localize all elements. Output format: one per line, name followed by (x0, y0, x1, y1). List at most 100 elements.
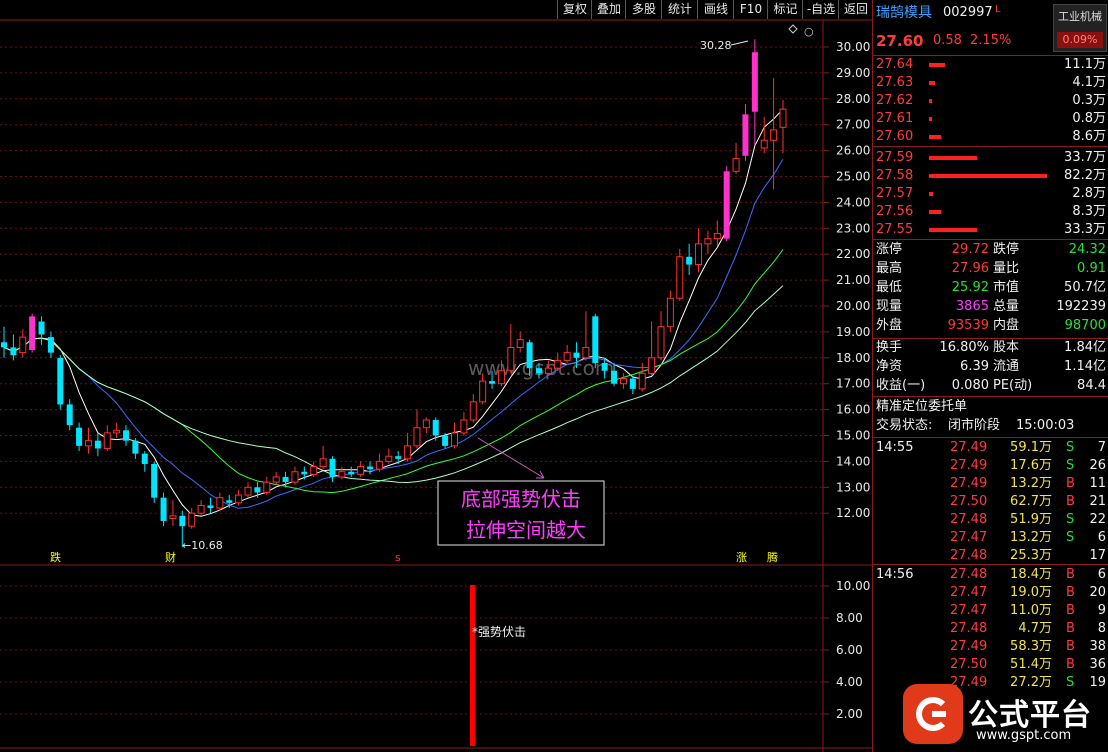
tick-side: B (1066, 494, 1075, 509)
order-book-row[interactable]: 27.64 11.1万 (873, 56, 1108, 74)
candle-body (301, 471, 308, 475)
tick-side: S (1066, 512, 1075, 527)
order-volume: 8.3万 (1072, 204, 1106, 219)
candle-body (395, 456, 402, 459)
tick-row: 27.47 11.0万 B 9 (873, 602, 1108, 620)
diamond-icon[interactable] (788, 24, 798, 34)
indicator-label: *强势伏击 (472, 625, 526, 639)
tick-side: B (1066, 639, 1075, 654)
candle-body (451, 432, 459, 447)
candle-body (103, 432, 111, 449)
price-change: 0.58 (933, 33, 962, 48)
candle-body (84, 440, 92, 447)
price-tick: 25.00 (836, 170, 870, 184)
order-book-row[interactable]: 27.57 2.8万 (873, 185, 1108, 203)
stat-value-vol_ratio: 0.91 (1077, 261, 1106, 276)
order-volume: 0.8万 (1072, 111, 1106, 126)
candle-body (57, 357, 64, 405)
tick-count: 8 (1097, 621, 1106, 636)
order-price: 27.58 (876, 168, 914, 183)
stat-label-turnover: 换手 (876, 340, 903, 355)
logo-icon (903, 684, 963, 744)
candle-body (94, 440, 101, 449)
order-book-row[interactable]: 27.59 33.7万 (873, 149, 1108, 167)
price-tick: 21.00 (836, 273, 870, 287)
tick-row: 27.50 62.7万 B 21 (873, 493, 1108, 511)
candle-body (469, 401, 477, 421)
candle-body (76, 427, 83, 446)
order-book-row[interactable]: 27.63 4.1万 (873, 74, 1108, 92)
marker-s[interactable]: s (395, 551, 401, 564)
marker-zhang[interactable]: 涨 (736, 551, 747, 564)
stat-value-inner: 98700 (1064, 318, 1106, 333)
price-tick: 13.00 (836, 480, 870, 494)
marker-die[interactable]: 跌 (50, 550, 61, 564)
tick-count: 36 (1089, 657, 1106, 672)
order-book-row[interactable]: 27.56 8.3万 (873, 203, 1108, 221)
tick-price: 27.47 (950, 585, 988, 600)
tick-price: 27.48 (950, 621, 988, 636)
candle-body (263, 481, 271, 493)
tick-volume: 13.2万 (1010, 476, 1052, 491)
candle-body (197, 504, 205, 514)
order-volume-bar (929, 174, 1047, 178)
stat-label-nav: 净资 (876, 359, 903, 374)
logo-url: www.gspt.com (976, 728, 1072, 743)
candle-body (732, 157, 740, 172)
circle-icon[interactable]: ○ (804, 25, 814, 38)
tick-row: 27.49 58.3万 B 38 (873, 638, 1108, 656)
candle-body (413, 427, 421, 447)
candle-body (348, 471, 355, 475)
stat-value-total_vol: 192239 (1056, 299, 1106, 314)
candle-body (254, 487, 261, 493)
tick-count: 11 (1089, 476, 1106, 491)
tick-row: 27.49 17.6万 S 26 (873, 457, 1108, 475)
order-volume-bar (929, 210, 941, 214)
candle-body (479, 380, 487, 403)
candle-body (291, 471, 299, 483)
tick-row: 14:56 27.48 18.4万 B 6 (873, 566, 1108, 584)
precise-order-label[interactable]: 精准定位委托单 (876, 398, 967, 416)
order-volume: 2.8万 (1072, 186, 1106, 201)
price-tick: 27.00 (836, 118, 870, 132)
tick-price: 27.47 (950, 603, 988, 618)
candle-body (770, 129, 778, 141)
order-volume-bar (929, 135, 942, 139)
ma-10-line (3, 158, 784, 509)
candle-body (385, 455, 393, 462)
stats-row: 换手 16.80% 股本 1.84亿 (873, 339, 1108, 357)
candle-body (751, 52, 758, 112)
candle-body (648, 357, 656, 374)
stat-value-float: 1.14亿 (1064, 359, 1106, 374)
order-book-row[interactable]: 27.62 0.3万 (873, 92, 1108, 110)
marker-cai[interactable]: 财 (165, 550, 176, 564)
tick-volume: 58.3万 (1010, 639, 1052, 654)
candle-body (611, 370, 618, 384)
marker-teng[interactable]: 腾 (767, 550, 778, 564)
stat-value-low: 25.92 (951, 280, 989, 295)
kline-chart[interactable]: 30.00 29.00 28.00 27.00 26.00 25.00 24.00 23.00… (0, 0, 872, 752)
order-price: 27.59 (876, 150, 914, 165)
order-book-row[interactable]: 27.55 33.3万 (873, 221, 1108, 239)
tick-volume: 17.6万 (1010, 458, 1052, 473)
candle-body (582, 346, 590, 359)
candle-body (563, 352, 571, 361)
candle-body (422, 419, 430, 429)
order-book-row[interactable]: 27.61 0.8万 (873, 110, 1108, 128)
stat-label-vol_ratio: 量比 (993, 261, 1020, 276)
tick-volume: 51.4万 (1010, 657, 1052, 672)
candle-body (760, 139, 768, 149)
stock-code: 002997 (943, 5, 993, 20)
logo: 公式平台 www.gspt.com (900, 678, 1108, 752)
tick-volume: 59.1万 (1010, 440, 1052, 455)
candle-body (686, 256, 693, 265)
order-book-row[interactable]: 27.60 8.6万 (873, 128, 1108, 146)
candle-body (47, 337, 54, 353)
tick-row: 27.47 19.0万 B 20 (873, 584, 1108, 602)
indicator-bar (470, 585, 475, 746)
tick-price: 27.49 (950, 458, 988, 473)
stats-row: 现量 3865 总量 192239 (873, 298, 1108, 316)
tick-price: 27.49 (950, 476, 988, 491)
order-book-row[interactable]: 27.58 82.2万 (873, 167, 1108, 185)
candle-body (704, 238, 712, 245)
